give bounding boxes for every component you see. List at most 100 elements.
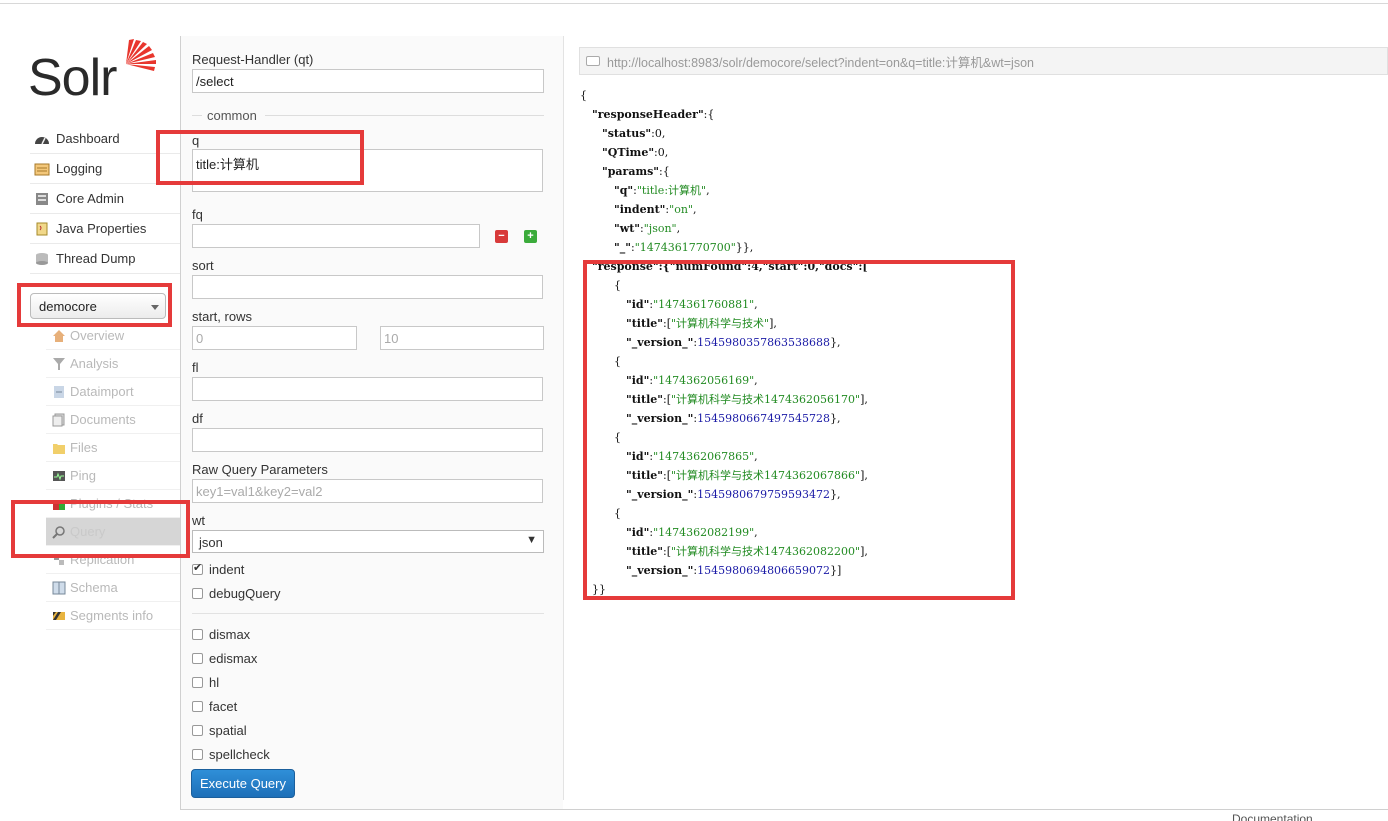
json-brace: { [580,89,587,102]
core-nav-label: Dataimport [70,384,134,399]
spatial-checkbox[interactable]: spatial [192,723,247,738]
edismax-label: edismax [209,651,258,666]
json-key: "QTime" [602,146,655,159]
nav-item-thread-dump[interactable]: Thread Dump [30,244,180,274]
json-line: "params":{ [580,162,1360,181]
wt-select[interactable]: json ▼ [192,530,544,553]
files-icon [53,443,65,454]
highlight-box-q [156,130,364,185]
common-divider-right [265,115,544,116]
core-nav-schema[interactable]: Schema [46,574,180,602]
json-key: "indent" [614,203,666,216]
nav-item-label: Logging [56,161,103,176]
checkbox-icon [192,653,203,664]
dashboard-icon [35,136,49,144]
json-line: "_":"1474361770700"}}, [614,241,754,254]
core-nav-analysis[interactable]: Analysis [46,350,180,378]
json-key: "wt" [614,222,641,235]
highlight-box-response [583,260,1015,600]
core-nav-label: Documents [70,412,136,427]
fq-input[interactable] [192,224,480,248]
dropdown-arrow-icon: ▼ [526,534,537,546]
fq-label: fq [192,207,203,222]
fl-input[interactable] [192,377,543,401]
nav-item-java-properties[interactable]: Java Properties [30,214,180,244]
hl-checkbox[interactable]: hl [192,675,219,690]
debug-checkbox[interactable]: debugQuery [192,586,281,601]
core-nav-label: Analysis [70,356,119,371]
debug-label: debugQuery [209,586,281,601]
dismax-label: dismax [209,627,251,642]
options-divider [192,613,544,614]
json-punct: :{ [703,108,715,121]
common-legend: common [207,108,257,123]
core-nav-files[interactable]: Files [46,434,180,462]
nav-item-label: Core Admin [56,191,124,206]
wt-label: wt [192,513,205,528]
facet-label: facet [209,699,238,714]
common-divider-left [192,115,202,116]
qt-input[interactable]: /select [192,69,544,93]
top-border [0,3,1388,4]
raw-params-label: Raw Query Parameters [192,462,328,477]
core-nav-dataimport[interactable]: Dataimport [46,378,180,406]
highlight-box-core [17,283,172,327]
facet-checkbox[interactable]: facet [192,699,237,714]
json-key: "q" [614,184,634,197]
df-input[interactable] [192,428,543,452]
json-string: "json" [643,222,677,235]
add-fq-button[interactable]: + [524,230,537,243]
qt-label: Request-Handler (qt) [192,52,314,67]
json-line: { [580,86,1360,105]
core-nav-label: Overview [70,328,125,343]
sort-input[interactable] [192,275,543,299]
edismax-checkbox[interactable]: edismax [192,651,257,666]
segments-icon [53,611,65,620]
spellcheck-label: spellcheck [209,747,270,762]
indent-label: indent [209,562,245,577]
sort-label: sort [192,258,214,273]
json-string: "title:计算机" [636,184,707,197]
solr-logo-text: Solr [28,49,117,107]
core-nav-ping[interactable]: Ping [46,462,180,490]
core-nav: Overview Analysis Dataimport Documents F… [46,322,180,630]
json-line: "status":0, [602,127,666,140]
spellcheck-checkbox[interactable]: spellcheck [192,747,270,762]
nav-item-core-admin[interactable]: Core Admin [30,184,180,214]
dataimport-icon [54,385,64,398]
df-label: df [192,411,203,426]
json-punct: :{ [659,165,670,178]
core-admin-icon [36,192,48,205]
ping-icon [53,470,65,481]
json-line: "wt":"json", [614,222,681,235]
schema-icon [52,581,66,594]
nav-item-label: Java Properties [56,221,147,236]
raw-params-input[interactable]: key1=val1&key2=val2 [192,479,543,503]
checkbox-icon [192,701,203,712]
form-divider [563,36,564,800]
request-url-link[interactable]: http://localhost:8983/solr/democore/sele… [579,47,1388,75]
execute-query-button[interactable]: Execute Query [191,769,295,798]
json-line: "q":"title:计算机", [614,184,710,197]
json-string: "on" [669,203,693,216]
core-nav-label: Ping [70,468,97,483]
core-nav-documents[interactable]: Documents [46,406,180,434]
remove-fq-button[interactable]: − [495,230,508,243]
json-key: "_" [614,241,631,254]
filter-icon [53,357,65,370]
start-rows-label: start, rows [192,309,252,324]
core-nav-label: Schema [70,580,118,595]
thread-dump-icon [36,252,48,265]
indent-checkbox[interactable]: indent [192,561,245,577]
logging-icon [34,163,50,175]
start-input[interactable]: 0 [192,326,357,350]
rows-input[interactable]: 10 [380,326,544,350]
json-number: 0 [654,127,662,140]
dismax-checkbox[interactable]: dismax [192,627,250,642]
solr-logo[interactable]: Solr [28,34,168,107]
footer-documentation-link[interactable]: Documentation [1232,812,1388,821]
core-nav-segments[interactable]: Segments info [46,602,180,630]
json-key: "params" [602,165,660,178]
nav-item-label: Dashboard [56,131,120,146]
json-punct: }}, [735,241,754,254]
